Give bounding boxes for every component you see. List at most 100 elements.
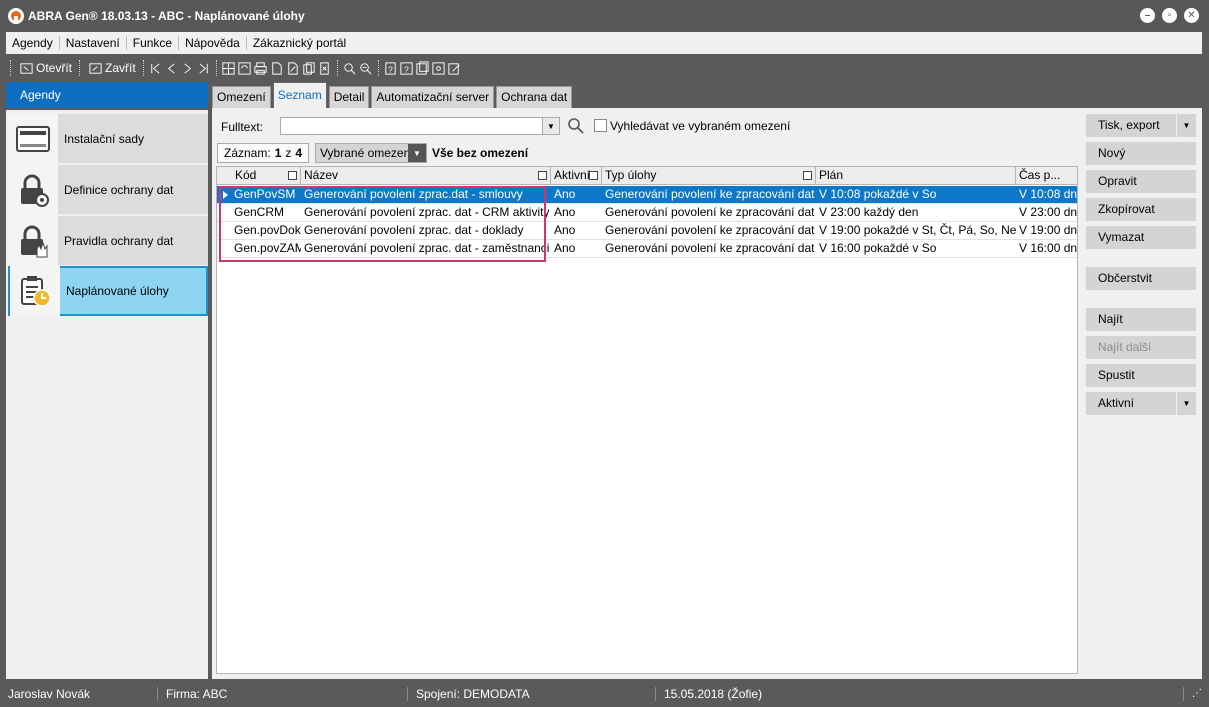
nav-item-pravidla-ochrany-dat[interactable]: Pravidla ochrany dat	[8, 215, 208, 266]
find-button[interactable]: Najít	[1086, 308, 1196, 331]
svg-text:?: ?	[388, 64, 393, 74]
menu-funkce[interactable]: Funkce	[127, 36, 180, 50]
toolbar-separator	[377, 60, 379, 76]
table-row[interactable]: GenPovSM Generování povolení zprac.dat -…	[217, 186, 1077, 204]
first-record-icon[interactable]	[148, 60, 164, 76]
active-filter-label: Aktivní	[1098, 396, 1135, 410]
last-record-icon[interactable]	[196, 60, 212, 76]
find-next-button[interactable]: Najít další	[1086, 336, 1196, 359]
help-context-icon[interactable]: ?	[399, 60, 415, 76]
cell-kod: Gen.povZAM	[234, 241, 301, 255]
prev-record-icon[interactable]	[164, 60, 180, 76]
open-button[interactable]: Otevřít	[15, 60, 75, 76]
nav-item-naplanovane-ulohy[interactable]: Naplánované úlohy	[8, 266, 208, 316]
window-controls: – ▫ ✕	[1140, 8, 1199, 23]
find-icon[interactable]	[358, 60, 374, 76]
cell-kod: GenCRM	[234, 205, 285, 219]
window-title: ABRA Gen® 18.03.13 - ABC - Naplánované ú…	[28, 9, 305, 23]
tab-seznam[interactable]: Seznam	[272, 82, 327, 108]
agendy-header: Agendy	[6, 82, 208, 108]
copy-doc-icon[interactable]	[301, 60, 317, 76]
copy-button[interactable]: Zkopírovat	[1086, 198, 1196, 221]
active-filter-button[interactable]: Aktivní ▼	[1086, 392, 1196, 415]
new-button[interactable]: Nový	[1086, 142, 1196, 165]
menu-bar: Agendy Nastavení Funkce Nápověda Zákazni…	[6, 32, 1202, 54]
tab-omezeni[interactable]: Omezení	[212, 86, 271, 108]
close-agenda-button[interactable]: Zavřít	[84, 60, 139, 76]
table-row[interactable]: Gen.povZAM Generování povolení zprac. da…	[217, 240, 1077, 258]
status-bar: Jaroslav Novák Firma: ABC Spojení: DEMOD…	[0, 680, 1209, 707]
nav-item-instalacni-sady[interactable]: Instalační sady	[8, 113, 208, 164]
print-icon[interactable]	[253, 60, 269, 76]
toolbar: Otevřít Zavřít ? ?	[6, 55, 1202, 81]
next-record-icon[interactable]	[180, 60, 196, 76]
search-in-selected-checkbox[interactable]	[594, 119, 607, 132]
refresh-button[interactable]: Občerstvit	[1086, 267, 1196, 290]
column-menu-icon[interactable]	[589, 171, 598, 180]
toolbar-separator	[215, 60, 217, 76]
refresh-doc-icon[interactable]	[237, 60, 253, 76]
svg-text:?: ?	[404, 64, 409, 74]
menu-nastaveni[interactable]: Nastavení	[60, 36, 127, 50]
action-panel: Tisk, export ▼ Nový Opravit Zkopírovat V…	[1082, 108, 1202, 679]
column-header-cas[interactable]: Čas p...	[1016, 167, 1077, 185]
chevron-down-icon[interactable]: ▼	[1176, 392, 1196, 415]
menu-agendy[interactable]: Agendy	[6, 36, 60, 50]
status-user: Jaroslav Novák	[0, 686, 158, 701]
column-header-plan[interactable]: Plán	[816, 167, 1016, 185]
zoom-icon[interactable]	[342, 60, 358, 76]
chevron-down-icon[interactable]: ▼	[1176, 114, 1196, 137]
fulltext-dropdown-button[interactable]: ▼	[542, 117, 560, 135]
maximize-icon[interactable]: ▫	[1162, 8, 1177, 23]
edit-doc-icon[interactable]	[285, 60, 301, 76]
table-row[interactable]: GenCRM Generování povolení zprac. dat - …	[217, 204, 1078, 222]
cell-typ-ulohy: Generování povolení ke zpracování dat	[605, 223, 815, 237]
cell-aktivni: Ano	[554, 241, 576, 255]
nav-item-definice-ochrany-dat[interactable]: Definice ochrany dat	[8, 164, 208, 215]
cell-typ-ulohy: Generování povolení ke zpracování dat	[605, 205, 815, 219]
print-export-button[interactable]: Tisk, export ▼	[1086, 114, 1196, 137]
menu-zakaznicky-portal[interactable]: Zákaznický portál	[247, 36, 352, 50]
edit-button[interactable]: Opravit	[1086, 170, 1196, 193]
grid-icon[interactable]	[221, 60, 237, 76]
cell-nazev: Generování povolení zprac. dat - zaměstn…	[304, 241, 550, 255]
new-doc-icon[interactable]	[269, 60, 285, 76]
table-row[interactable]: Gen.povDok Generování povolení zprac. da…	[217, 222, 1077, 240]
toolbar-separator	[10, 60, 11, 76]
run-button[interactable]: Spustit	[1086, 364, 1196, 387]
fulltext-input[interactable]	[280, 117, 560, 135]
column-menu-icon[interactable]	[538, 171, 547, 180]
cell-cas: V 23:00 dne	[1019, 205, 1078, 219]
cell-nazev: Generování povolení zprac. dat - doklady	[304, 223, 524, 237]
main-panel: Fulltext: ▼ Vyhledávat ve vybraném omeze…	[212, 108, 1082, 679]
column-header-nazev[interactable]: Název	[301, 167, 551, 185]
resize-grip-icon[interactable]: ⋰	[1192, 688, 1202, 699]
column-header-kod[interactable]: Kód	[217, 167, 301, 185]
record-label: Záznam:	[224, 146, 271, 160]
tab-automatizacni-server[interactable]: Automatizační server	[371, 86, 495, 108]
tab-ochrana-dat[interactable]: Ochrana dat	[496, 86, 573, 108]
chevron-down-icon[interactable]: ▼	[408, 144, 426, 162]
minimize-icon[interactable]: –	[1140, 8, 1155, 23]
record-of: z	[285, 146, 292, 160]
notes-icon[interactable]	[447, 60, 463, 76]
delete-doc-icon[interactable]	[317, 60, 333, 76]
title-bar: ABRA Gen® 18.03.13 - ABC - Naplánované ú…	[0, 0, 1209, 32]
open-label: Otevřít	[36, 61, 73, 75]
settings-doc-icon[interactable]	[431, 60, 447, 76]
column-menu-icon[interactable]	[288, 171, 297, 180]
help-icon[interactable]: ?	[383, 60, 399, 76]
help-docs-icon[interactable]	[415, 60, 431, 76]
app-logo-icon	[8, 8, 24, 24]
delete-button[interactable]: Vymazat	[1086, 226, 1196, 249]
search-icon[interactable]	[567, 117, 585, 135]
close-icon[interactable]: ✕	[1184, 8, 1199, 23]
tab-detail[interactable]: Detail	[328, 86, 370, 108]
column-header-typ-ulohy[interactable]: Typ úlohy	[602, 167, 816, 185]
column-menu-icon[interactable]	[803, 171, 812, 180]
toolbar-separator	[142, 60, 144, 76]
column-header-aktivni[interactable]: Aktivní	[551, 167, 602, 185]
selected-filter-dropdown[interactable]: Vybrané omezení ▼	[315, 143, 427, 163]
menu-napoveda[interactable]: Nápověda	[179, 36, 247, 50]
fulltext-label: Fulltext:	[221, 120, 264, 134]
